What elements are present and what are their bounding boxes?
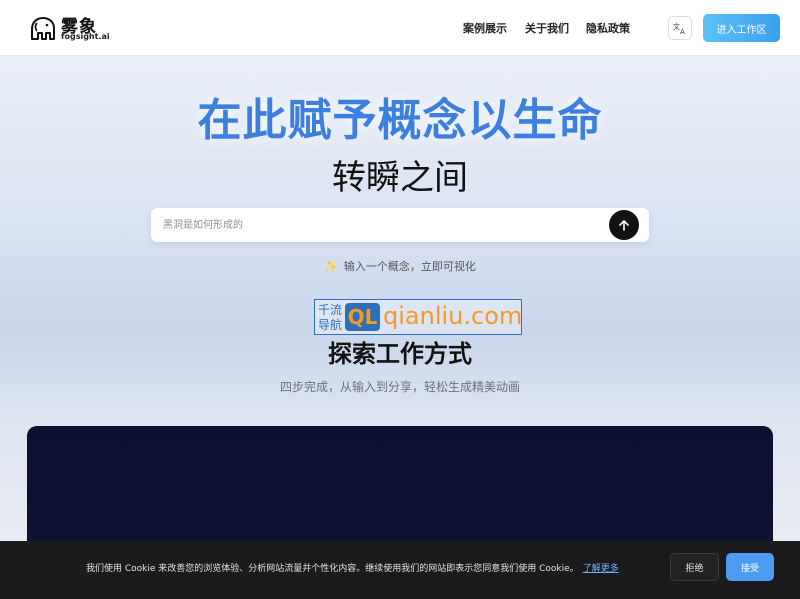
language-button[interactable]: 文 A bbox=[668, 16, 692, 40]
section-subtitle: 四步完成，从输入到分享，轻松生成精美动画 bbox=[279, 380, 520, 394]
watermark-cn-line1: 千流 bbox=[318, 303, 343, 317]
watermark-logo: 千流 导航 QL qianliu.com bbox=[314, 299, 522, 335]
hero-title: 在此赋予概念以生命 bbox=[197, 95, 603, 146]
accept-button[interactable]: 接受 bbox=[726, 553, 774, 581]
hint-text: 输入一个概念，立即可视化 bbox=[343, 260, 476, 273]
arrow-up-icon bbox=[619, 220, 629, 231]
nav-privacy[interactable]: 隐私政策 bbox=[586, 20, 630, 36]
enter-workspace-button[interactable]: 进入工作区 bbox=[703, 14, 780, 42]
cookie-text: 我们使用 Cookie 来改善您的浏览体验、分析网站流量并个性化内容。继续使用我… bbox=[86, 564, 579, 574]
sparkles-icon: ✨ bbox=[324, 260, 338, 273]
top-navbar: 雾象 fogsight.ai 案例展示 关于我们 隐私政策 文 A 进入工作区 bbox=[0, 0, 800, 56]
watermark-url: qianliu.com bbox=[383, 302, 523, 330]
svg-text:文: 文 bbox=[673, 22, 680, 31]
cookie-banner: 我们使用 Cookie 来改善您的浏览体验、分析网站流量并个性化内容。继续使用我… bbox=[0, 541, 800, 599]
logo[interactable]: 雾象 fogsight.ai bbox=[28, 11, 110, 45]
nav-showcase[interactable]: 案例展示 bbox=[463, 20, 507, 36]
elephant-logo-icon bbox=[31, 17, 55, 40]
send-button[interactable] bbox=[609, 210, 639, 240]
section-title: 探索工作方式 bbox=[328, 340, 472, 368]
learn-more-link[interactable]: 了解更多 bbox=[583, 564, 619, 574]
concept-input[interactable] bbox=[163, 217, 583, 233]
page: 雾象 fogsight.ai 案例展示 关于我们 隐私政策 文 A 进入工作区 … bbox=[0, 0, 800, 599]
cookie-message: 我们使用 Cookie 来改善您的浏览体验、分析网站流量并个性化内容。继续使用我… bbox=[86, 561, 619, 574]
brand-domain: fogsight.ai bbox=[61, 32, 110, 41]
concept-search-box bbox=[151, 208, 649, 242]
hero-subtitle: 转瞬之间 bbox=[332, 158, 468, 198]
reject-button[interactable]: 拒绝 bbox=[670, 553, 719, 581]
nav-about[interactable]: 关于我们 bbox=[525, 20, 569, 36]
translate-icon: 文 A bbox=[673, 22, 685, 35]
hint-line: ✨ 输入一个概念，立即可视化 bbox=[0, 258, 800, 274]
watermark-badge: QL bbox=[345, 303, 380, 331]
watermark-cn: 千流 导航 bbox=[318, 303, 342, 333]
watermark-cn-line2: 导航 bbox=[318, 318, 343, 332]
svg-text:A: A bbox=[680, 28, 685, 35]
